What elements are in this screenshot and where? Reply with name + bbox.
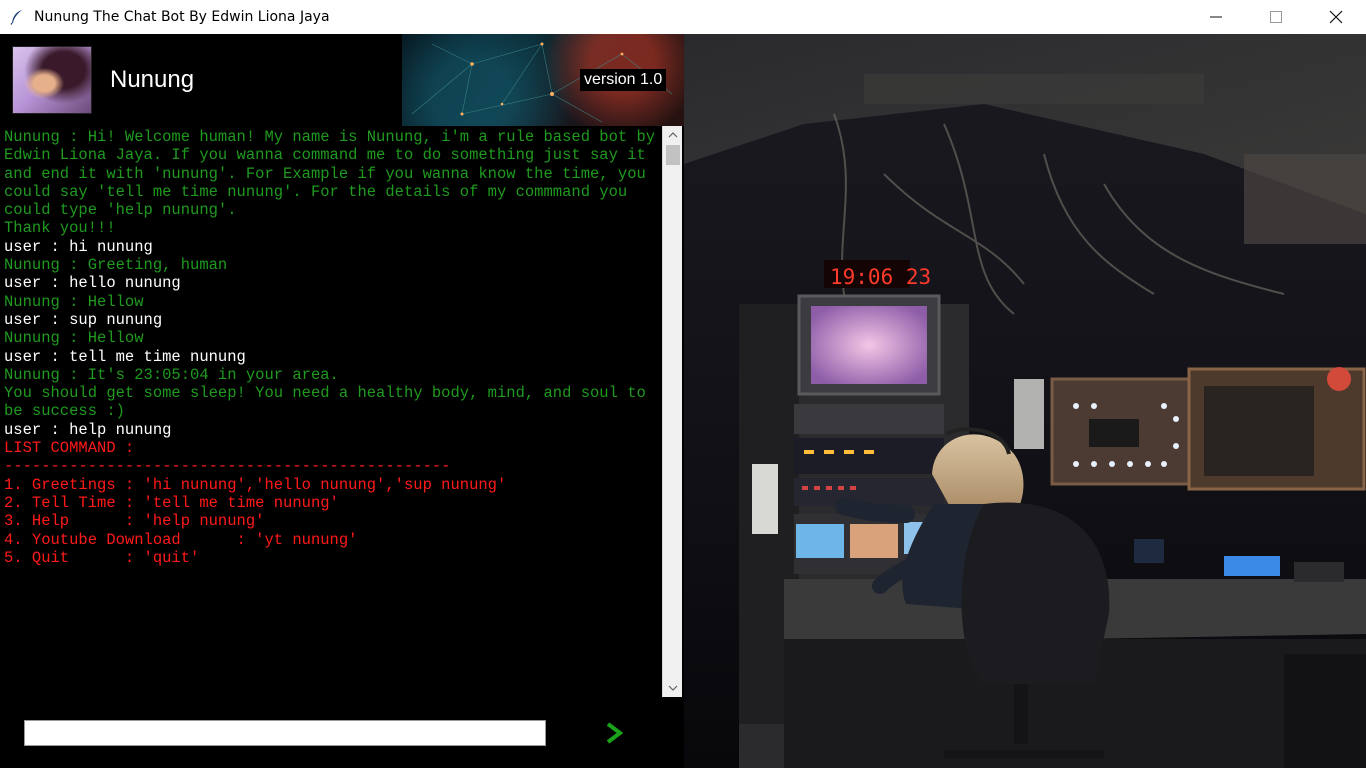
window-title: Nunung The Chat Bot By Edwin Liona Jaya — [34, 9, 330, 25]
maximize-button[interactable] — [1246, 0, 1306, 34]
chat-header: Nunung version 1.0 — [0, 34, 684, 126]
minimize-icon — [1210, 16, 1222, 18]
scroll-thumb[interactable] — [666, 145, 680, 165]
feather-icon — [0, 0, 34, 34]
message-input[interactable] — [24, 720, 546, 746]
bot-message: Nunung : Hellow — [4, 292, 144, 311]
version-label: version 1.0 — [580, 69, 667, 91]
user-message: user : tell me time nunung — [4, 347, 246, 366]
control-room-photo: 19:06 23 — [684, 34, 1366, 768]
bot-name: Nunung — [110, 66, 195, 93]
chat-panel: Nunung version 1.0 Nunung: Hi! Welcome … — [0, 34, 684, 768]
close-icon — [1329, 10, 1343, 24]
send-button[interactable] — [600, 719, 628, 747]
chat-log[interactable]: Nunung : Hi! Welcome human! My name is N… — [2, 126, 662, 696]
user-message: user : hello nunung — [4, 274, 181, 293]
chevron-up-icon — [668, 132, 678, 138]
input-bar — [0, 697, 684, 768]
bot-message: Nunung : Greeting, human — [4, 256, 228, 275]
clock-readout: 19:06 23 — [830, 265, 931, 289]
bot-message: Nunung : Hellow — [4, 329, 144, 348]
bot-avatar — [12, 46, 92, 114]
bot-message: Nunung : It's 23:05:04 in your area. You… — [4, 365, 646, 421]
chevron-down-icon — [668, 685, 678, 691]
chat-scrollbar[interactable] — [662, 126, 682, 697]
bot-message: Nunung : Hi! Welcome human! My name is N… — [4, 128, 656, 238]
close-button[interactable] — [1306, 0, 1366, 34]
maximize-icon — [1270, 11, 1282, 23]
user-message: user : sup nunung — [4, 310, 163, 329]
user-message: user : hi nunung — [4, 237, 153, 256]
chevron-right-icon — [606, 722, 623, 744]
minimize-button[interactable] — [1186, 0, 1246, 34]
scroll-down-button[interactable] — [663, 679, 683, 697]
command-list-message: LIST COMMAND : -------------------------… — [4, 439, 507, 567]
scroll-up-button[interactable] — [663, 126, 683, 144]
user-message: user : help nunung — [4, 420, 172, 439]
window-titlebar: Nunung The Chat Bot By Edwin Liona Jaya — [0, 0, 1366, 34]
